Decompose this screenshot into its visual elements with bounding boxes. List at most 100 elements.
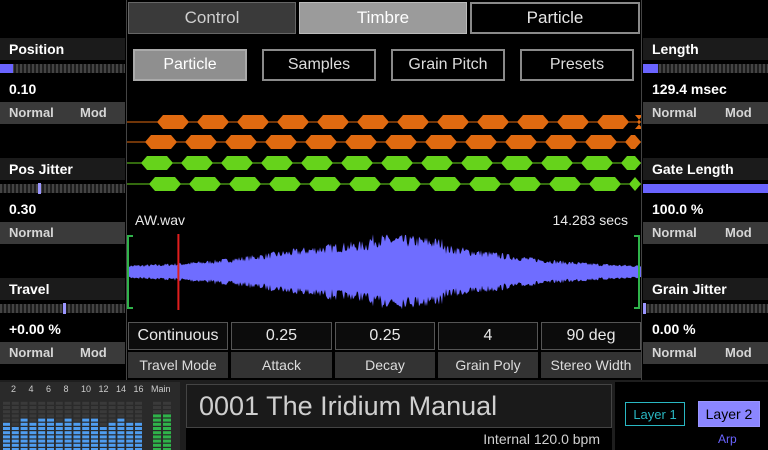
mixer-meter-segment bbox=[55, 406, 63, 409]
mixer-meter-segment bbox=[55, 431, 63, 435]
mixer-meter-segment bbox=[64, 435, 72, 439]
waveform-display[interactable] bbox=[127, 232, 641, 312]
tab-control[interactable]: Control bbox=[128, 2, 296, 34]
grain-hexagon bbox=[469, 177, 501, 191]
mixer-meter-segment bbox=[117, 431, 125, 435]
travel-mode-value[interactable]: Continuous bbox=[128, 322, 228, 350]
mode-row[interactable]: Normal Mod bbox=[643, 222, 768, 244]
mixer-meter-segment bbox=[20, 427, 28, 430]
mixer-meter-segment bbox=[11, 410, 19, 414]
mixer-meter-segment bbox=[11, 422, 19, 426]
mixer-meter-segment bbox=[64, 414, 72, 418]
param-meter[interactable] bbox=[0, 183, 125, 194]
mixer-meter-segment bbox=[135, 401, 142, 405]
layer-1-button[interactable]: Layer 1 bbox=[625, 402, 685, 426]
mixer-meter-segment bbox=[55, 443, 63, 447]
mode-row[interactable]: Normal bbox=[0, 222, 125, 244]
grain-hexagon bbox=[197, 115, 229, 129]
mixer-meter-segment bbox=[47, 410, 54, 414]
layer-2-button[interactable]: Layer 2 bbox=[698, 401, 760, 427]
mixer-channel-number: 16 bbox=[133, 384, 144, 394]
grain-hexagon bbox=[501, 156, 533, 170]
mode-row[interactable]: Normal Mod bbox=[0, 102, 125, 124]
mixer-meter-segment bbox=[99, 427, 107, 430]
mod-label: Mod bbox=[80, 345, 107, 360]
stereo-width-label: Stereo Width bbox=[541, 352, 641, 378]
mixer-meter-segment bbox=[117, 443, 125, 447]
mixer-meter-segment bbox=[3, 431, 10, 435]
mixer-meter-segment bbox=[47, 435, 54, 439]
grain-hexagon bbox=[541, 156, 573, 170]
meter-knob bbox=[37, 183, 41, 194]
mixer-meter-segment bbox=[64, 439, 72, 443]
mixer-meter-segment bbox=[47, 427, 54, 430]
mixer-panel[interactable]: 2 4 6 8 10 12 14 16 Main bbox=[0, 382, 180, 450]
mixer-meter-segment bbox=[64, 422, 72, 426]
mixer-meter-segment bbox=[38, 431, 46, 435]
mixer-meter-segment bbox=[73, 406, 81, 409]
param-title: Pos Jitter bbox=[0, 158, 125, 180]
grain-hexagon bbox=[305, 135, 337, 149]
subtab-samples[interactable]: Samples bbox=[262, 49, 376, 81]
subtab-grain-pitch[interactable]: Grain Pitch bbox=[391, 49, 505, 81]
mixer-meter-segment bbox=[99, 439, 107, 443]
mixer-meter-segment bbox=[108, 427, 116, 430]
mixer-meter-segment bbox=[38, 435, 46, 439]
grain-display bbox=[127, 115, 641, 191]
stereo-width-value[interactable]: 90 deg bbox=[541, 322, 641, 350]
mixer-meter-segment bbox=[11, 414, 19, 418]
main-meter-segment bbox=[153, 410, 161, 414]
param-meter[interactable] bbox=[643, 184, 768, 193]
main-meter-segment bbox=[163, 422, 171, 426]
mixer-meter-segment bbox=[82, 427, 90, 430]
mixer-meter-segment bbox=[126, 439, 134, 443]
grain-hexagon bbox=[581, 156, 613, 170]
main-meter-segment bbox=[153, 422, 161, 426]
mode-row[interactable]: Normal Mod bbox=[643, 102, 768, 124]
mixer-meter-segment bbox=[126, 418, 134, 422]
mixer-meter-segment bbox=[73, 422, 81, 426]
mod-label: Mod bbox=[725, 105, 752, 120]
mixer-meter-segment bbox=[99, 443, 107, 447]
mixer-meter-segment bbox=[47, 443, 54, 447]
main-meter-segment bbox=[163, 410, 171, 414]
arp-label[interactable]: Arp bbox=[718, 432, 737, 446]
param-meter[interactable] bbox=[643, 303, 768, 314]
param-meter[interactable] bbox=[643, 64, 768, 73]
mixer-meter-segment bbox=[126, 435, 134, 439]
mixer-meter-segment bbox=[126, 410, 134, 414]
mixer-meter-segment bbox=[99, 418, 107, 422]
tab-particle[interactable]: Particle bbox=[470, 2, 640, 34]
param-meter[interactable] bbox=[0, 303, 125, 314]
meter-fill bbox=[643, 184, 768, 193]
param-value: 0.00 % bbox=[643, 318, 768, 340]
mixer-meter-segment bbox=[64, 418, 72, 422]
mixer-meters[interactable] bbox=[3, 396, 179, 450]
param-meter[interactable] bbox=[0, 64, 125, 73]
mixer-meter-segment bbox=[3, 406, 10, 409]
mode-row[interactable]: Normal Mod bbox=[0, 342, 125, 364]
main-meter-segment bbox=[153, 418, 161, 422]
param-title: Position bbox=[0, 38, 125, 60]
attack-value[interactable]: 0.25 bbox=[231, 322, 332, 350]
grain-poly-value[interactable]: 4 bbox=[438, 322, 538, 350]
mixer-meter-segment bbox=[11, 431, 19, 435]
mixer-meter-segment bbox=[91, 431, 98, 435]
mixer-meter-segment bbox=[108, 443, 116, 447]
mode-row[interactable]: Normal Mod bbox=[643, 342, 768, 364]
mixer-meter-segment bbox=[108, 435, 116, 439]
tab-timbre[interactable]: Timbre bbox=[299, 2, 467, 34]
mixer-meter-segment bbox=[108, 401, 116, 405]
mixer-meter-segment bbox=[126, 406, 134, 409]
subtab-particle[interactable]: Particle bbox=[133, 49, 247, 81]
mixer-meter-segment bbox=[108, 422, 116, 426]
decay-value[interactable]: 0.25 bbox=[335, 322, 435, 350]
param-title: Gate Length bbox=[643, 158, 768, 180]
mixer-meter-segment bbox=[126, 422, 134, 426]
subtab-presets[interactable]: Presets bbox=[520, 49, 634, 81]
mixer-meter-segment bbox=[108, 406, 116, 409]
grain-hexagon bbox=[517, 115, 549, 129]
preset-name-box[interactable]: 0001 The Iridium Manual bbox=[186, 384, 612, 428]
tempo-box[interactable]: Internal 120.0 bpm bbox=[186, 428, 612, 450]
grain-hexagon bbox=[389, 177, 421, 191]
